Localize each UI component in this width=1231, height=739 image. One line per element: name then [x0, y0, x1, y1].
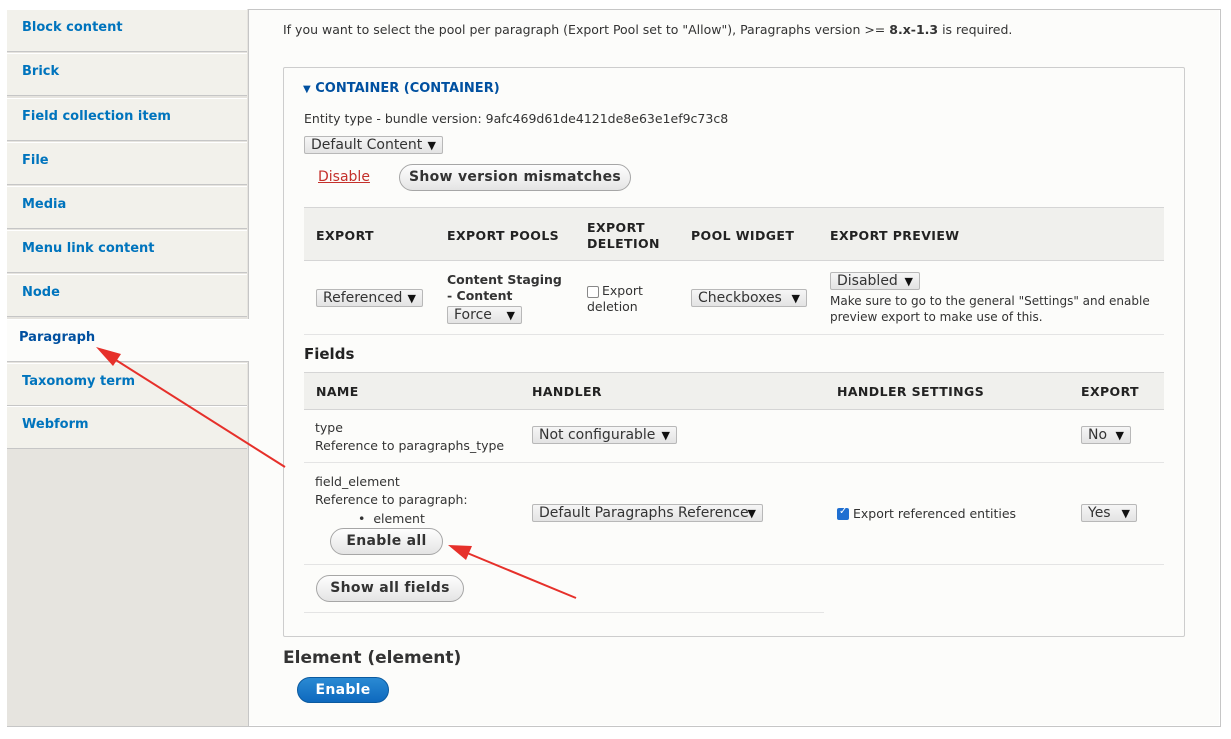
tab-field-collection-item[interactable]: Field collection item — [7, 98, 247, 141]
fields-heading: Fields — [304, 345, 355, 363]
intro-suffix: is required. — [938, 22, 1013, 37]
tab-node[interactable]: Node — [7, 274, 247, 317]
export-referenced-checkbox[interactable] — [837, 506, 849, 520]
show-all-fields-button[interactable]: Show all fields — [316, 575, 464, 602]
intro-message: If you want to select the pool per parag… — [283, 22, 890, 37]
th-export-deletion-2: DELETION — [587, 236, 660, 251]
vertical-tabs: Block content Brick Field collection ite… — [7, 9, 249, 726]
row-divider — [304, 334, 1164, 335]
export-select-type[interactable]: No ▼ — [1081, 426, 1131, 444]
chevron-down-icon: ▼ — [661, 429, 670, 442]
show-version-mismatches-button[interactable]: Show version mismatches — [399, 164, 631, 191]
th-pool-widget: POOL WIDGET — [691, 228, 795, 243]
field-name-element: field_element — [315, 474, 400, 489]
row-divider — [304, 462, 1164, 463]
field-bullet-label: element — [373, 511, 425, 526]
triangle-down-icon: ▼ — [303, 84, 311, 95]
field-name-type: type — [315, 420, 343, 435]
export-deletion-checkbox[interactable] — [587, 286, 599, 298]
chevron-down-icon: ▼ — [407, 292, 416, 305]
export-value-element: Yes — [1088, 505, 1111, 521]
tab-file[interactable]: File — [7, 142, 247, 185]
content-select[interactable]: Default Content ▼ — [304, 136, 443, 154]
export-select-element[interactable]: Yes ▼ — [1081, 504, 1137, 522]
th-export: EXPORT — [316, 228, 374, 243]
fields-table-header — [304, 372, 1164, 410]
pool-select[interactable]: Force ▼ — [447, 306, 522, 324]
chevron-down-icon: ▼ — [506, 309, 515, 322]
pool-widget-value: Checkboxes — [698, 290, 782, 306]
intro-text: If you want to select the pool per parag… — [283, 22, 1012, 37]
tab-webform[interactable]: Webform — [7, 406, 247, 449]
th-handler-settings: HANDLER SETTINGS — [837, 384, 985, 399]
export-preview-value: Disabled — [837, 273, 898, 289]
export-select[interactable]: Referenced ▼ — [316, 289, 423, 307]
disable-link[interactable]: Disable — [318, 169, 370, 185]
field-desc-element: Reference to paragraph: — [315, 492, 468, 507]
field-desc-type: Reference to paragraphs_type — [315, 438, 505, 453]
element-heading: Element (element) — [283, 648, 462, 668]
chevron-down-icon: ▼ — [791, 292, 800, 305]
handler-value-element: Default Paragraphs Reference — [539, 505, 749, 521]
container-summary[interactable]: ▼ CONTAINER (CONTAINER) — [303, 81, 500, 96]
export-value-type: No — [1088, 427, 1108, 443]
tab-menu-link-content[interactable]: Menu link content — [7, 230, 247, 273]
export-referenced-label: Export referenced entities — [853, 506, 1017, 521]
entity-type-label: Entity type - bundle version: 9afc469d61… — [304, 111, 729, 126]
th-handler: HANDLER — [532, 384, 602, 399]
tab-media[interactable]: Media — [7, 186, 247, 229]
handler-value-type: Not configurable — [539, 427, 656, 443]
field-bullet-item: • element — [358, 511, 425, 526]
row-divider — [304, 612, 824, 613]
chevron-down-icon: ▼ — [1121, 507, 1130, 520]
chevron-down-icon: ▼ — [1115, 429, 1124, 442]
preview-help-1: Make sure to go to the general "Settings… — [830, 294, 1150, 308]
export-deletion-label-1: Export — [602, 283, 643, 298]
tab-brick[interactable]: Brick — [7, 53, 247, 96]
enable-button[interactable]: Enable — [297, 677, 389, 703]
export-preview-select[interactable]: Disabled ▼ — [830, 272, 920, 290]
handler-select-element[interactable]: Default Paragraphs Reference ▼ — [532, 504, 763, 522]
pool-widget-select[interactable]: Checkboxes ▼ — [691, 289, 807, 307]
th-export-field: EXPORT — [1081, 384, 1139, 399]
content-select-value: Default Content — [311, 137, 423, 153]
th-export-preview: EXPORT PREVIEW — [830, 228, 960, 243]
pool-name-1: Content Staging — [447, 272, 562, 287]
chevron-down-icon: ▼ — [427, 139, 436, 152]
intro-version: 8.x-1.3 — [889, 22, 939, 37]
handler-select-type[interactable]: Not configurable ▼ — [532, 426, 677, 444]
th-name: NAME — [316, 384, 359, 399]
chevron-down-icon: ▼ — [747, 507, 756, 520]
export-deletion-label-2: deletion — [587, 299, 638, 314]
container-summary-label: CONTAINER (CONTAINER) — [315, 81, 500, 96]
tab-taxonomy-term[interactable]: Taxonomy term — [7, 363, 247, 406]
enable-all-button[interactable]: Enable all — [330, 528, 443, 555]
preview-help-2: preview export to make use of this. — [830, 310, 1043, 324]
tab-block-content[interactable]: Block content — [7, 9, 247, 52]
chevron-down-icon: ▼ — [904, 275, 913, 288]
tab-paragraph[interactable]: Paragraph — [7, 319, 249, 362]
pool-select-value: Force — [454, 307, 492, 323]
th-export-deletion-1: EXPORT — [587, 220, 645, 235]
bullet-icon: • — [358, 511, 366, 526]
row-divider — [304, 564, 1164, 565]
export-select-value: Referenced — [323, 290, 403, 306]
pool-name-2: - Content — [447, 288, 513, 303]
th-export-pools: EXPORT POOLS — [447, 228, 560, 243]
